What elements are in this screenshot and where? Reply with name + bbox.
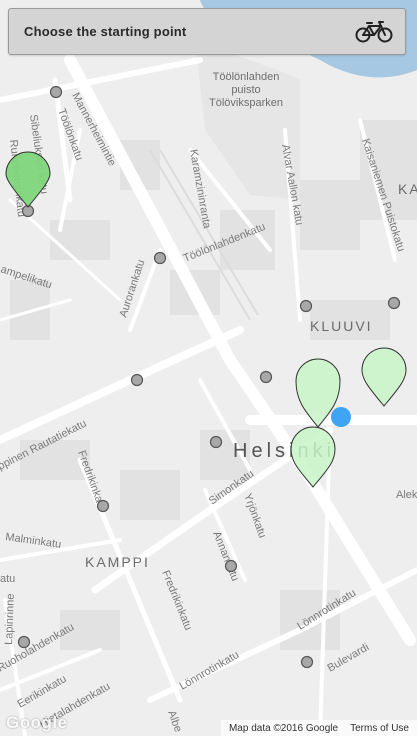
terms-link[interactable]: Terms of Use (350, 723, 409, 734)
bike-station[interactable] (300, 655, 314, 669)
street-label: Lapinrinne (3, 593, 17, 645)
bike-station[interactable] (17, 635, 31, 649)
bike-station[interactable] (387, 296, 401, 310)
park-label-2: puisto (231, 84, 260, 96)
district-label-kluuvi: KLUUVI (310, 318, 373, 334)
street-label: atu (0, 573, 15, 585)
bike-station[interactable] (130, 373, 144, 387)
bike-station[interactable] (96, 499, 110, 513)
user-location-dot (331, 407, 351, 427)
bike-station[interactable] (49, 85, 63, 99)
bike-station[interactable] (224, 559, 238, 573)
park-label-1: Töölönlahden (213, 71, 280, 83)
google-logo: Google (6, 713, 68, 732)
bike-station[interactable] (209, 435, 223, 449)
map-attribution: Map data ©2016 Google Terms of Use (220, 720, 417, 736)
park-label-3: Tölöviksparken (209, 97, 283, 109)
map-canvas[interactable]: Töölönlahden puisto Tölöviksparken Manne… (0, 0, 417, 736)
district-label-partial: KA (398, 181, 417, 197)
bike-station[interactable] (299, 299, 313, 313)
street-label: Alek (396, 489, 417, 501)
bike-station[interactable] (153, 251, 167, 265)
map-data-credit: Map data ©2016 Google (228, 722, 339, 734)
bicycle-icon[interactable] (355, 20, 393, 44)
start-point-header[interactable]: Choose the starting point (8, 8, 406, 55)
district-label-kamppi: KAMPPI (85, 554, 150, 570)
header-title: Choose the starting point (24, 24, 187, 39)
bike-station[interactable] (259, 370, 273, 384)
